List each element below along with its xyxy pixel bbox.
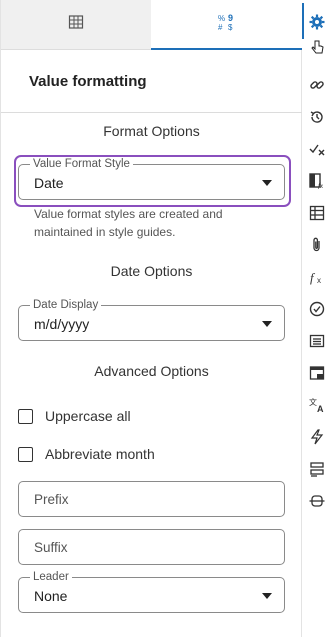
right-tool-rail: fx fx 文A (302, 0, 331, 637)
table-icon[interactable] (308, 204, 326, 222)
svg-text:x: x (317, 276, 321, 285)
prefix-placeholder: Prefix (34, 492, 69, 507)
leader-label: Leader (30, 570, 72, 584)
advanced-options-heading: Advanced Options (94, 363, 209, 379)
date-display-label: Date Display (30, 298, 102, 312)
hand-cursor-icon (308, 38, 326, 56)
date-display-value: m/d/yyyy (34, 316, 90, 332)
history-icon[interactable] (308, 108, 326, 126)
uppercase-all-label: Uppercase all (45, 408, 131, 424)
chevron-down-icon (262, 593, 272, 599)
abbreviate-month-checkbox-row[interactable]: Abbreviate month (18, 444, 155, 464)
value-format-helper-text: Value format styles are created and main… (34, 207, 223, 239)
suffix-input[interactable]: Suffix (18, 529, 285, 565)
table-grid-icon (68, 14, 84, 35)
svg-text:fx: fx (318, 182, 324, 189)
svg-text:$: $ (228, 23, 233, 31)
svg-text:9: 9 (228, 13, 233, 23)
fx-icon[interactable]: fx (308, 268, 326, 286)
conditional-format-icon[interactable]: fx (308, 172, 326, 190)
svg-text:#: # (218, 23, 223, 31)
svg-text:文: 文 (309, 397, 317, 407)
svg-text:%: % (218, 14, 225, 23)
value-format-style-select[interactable]: Value Format Style Date (18, 157, 285, 200)
chevron-down-icon (262, 321, 272, 327)
attachment-icon[interactable] (308, 236, 326, 254)
formatting-panel: % 9 # $ Value formatting Format Options Val… (0, 0, 302, 637)
leader-value: None (34, 588, 68, 604)
value-format-style-value: Date (34, 175, 64, 191)
tab-grid[interactable] (1, 0, 151, 50)
lightning-icon[interactable] (308, 428, 326, 446)
svg-text:f: f (310, 270, 316, 285)
tab-number-format[interactable]: % 9 # $ (151, 0, 302, 50)
link-icon[interactable] (308, 76, 326, 94)
format-options-heading: Format Options (103, 123, 200, 139)
uppercase-all-checkbox[interactable] (18, 408, 33, 424)
layout-icon[interactable] (308, 460, 326, 478)
value-format-style-label: Value Format Style (30, 157, 133, 171)
comment-icon[interactable] (308, 364, 326, 382)
check-circle-icon[interactable] (308, 300, 326, 318)
abbreviate-month-checkbox[interactable] (18, 446, 33, 462)
abbreviate-month-label: Abbreviate month (45, 446, 155, 462)
translate-icon[interactable]: 文A (308, 396, 326, 414)
uppercase-all-checkbox-row[interactable]: Uppercase all (18, 406, 131, 426)
panel-tabs: % 9 # $ (1, 0, 302, 50)
gear-icon[interactable] (308, 13, 326, 31)
leader-select[interactable]: Leader None (18, 570, 285, 613)
number-format-icon: % 9 # $ (217, 13, 237, 36)
panel-title-row: Value formatting (1, 50, 302, 113)
suffix-placeholder: Suffix (34, 540, 68, 555)
prefix-input[interactable]: Prefix (18, 481, 285, 517)
list-icon[interactable] (308, 332, 326, 350)
date-options-heading: Date Options (110, 263, 193, 279)
panel-title: Value formatting (29, 72, 147, 90)
divider-icon[interactable] (308, 492, 326, 510)
date-display-select[interactable]: Date Display m/d/yyyy (18, 298, 285, 341)
active-rail-indicator (302, 3, 304, 39)
check-x-icon[interactable] (308, 140, 326, 158)
chevron-down-icon (262, 180, 272, 186)
svg-text:A: A (317, 404, 324, 413)
